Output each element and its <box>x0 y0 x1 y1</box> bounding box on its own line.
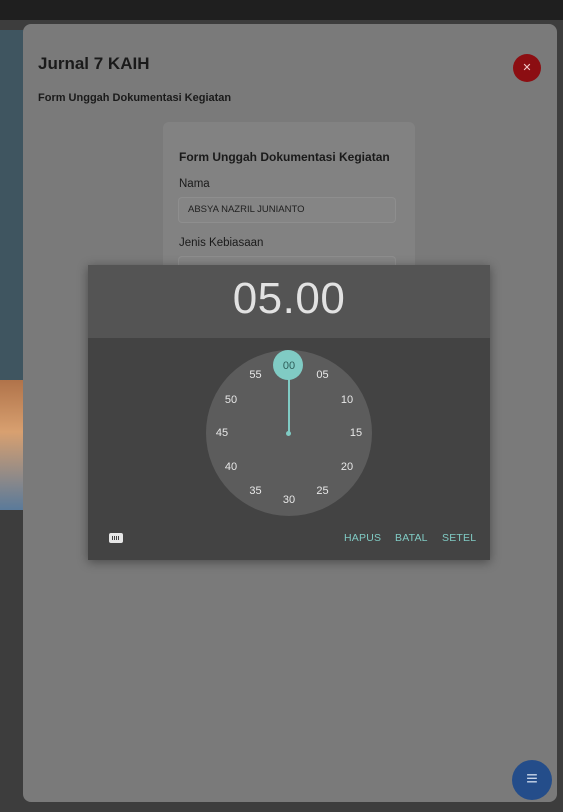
clock-minute-40[interactable]: 40 <box>225 461 237 473</box>
clock-minute-00[interactable]: 00 <box>283 360 295 372</box>
clock-minute-25[interactable]: 25 <box>316 485 328 497</box>
close-icon: ✕ <box>522 62 532 74</box>
clock-minute-50[interactable]: 50 <box>225 394 237 406</box>
clock-minute-15[interactable]: 15 <box>350 427 362 439</box>
time-picker-header: 05.00 <box>88 265 490 338</box>
clock-face[interactable]: 00 05 10 15 20 25 30 35 40 45 50 55 <box>206 350 372 516</box>
clear-button[interactable]: HAPUS <box>344 532 381 544</box>
form-heading: Form Unggah Dokumentasi Kegiatan <box>179 150 390 164</box>
name-field[interactable]: ABSYA NAZRIL JUNIANTO <box>178 197 396 223</box>
name-label: Nama <box>179 178 210 190</box>
clock-minute-35[interactable]: 35 <box>249 485 261 497</box>
clock-minute-10[interactable]: 10 <box>341 394 353 406</box>
menu-icon: ≡ <box>526 768 538 790</box>
modal-subtitle: Form Unggah Dokumentasi Kegiatan <box>38 92 232 104</box>
clock-center <box>286 431 291 436</box>
top-bar <box>0 0 563 20</box>
set-button[interactable]: SETEL <box>442 532 476 544</box>
clock-minute-30[interactable]: 30 <box>283 494 295 506</box>
modal-title: Jurnal 7 KAIH <box>38 54 150 73</box>
clock-minute-20[interactable]: 20 <box>341 461 353 473</box>
clock-minute-05[interactable]: 05 <box>316 369 328 381</box>
menu-button[interactable]: ≡ <box>512 760 552 800</box>
clock-minute-55[interactable]: 55 <box>249 369 261 381</box>
cancel-button[interactable]: BATAL <box>395 532 428 544</box>
time-display[interactable]: 05.00 <box>88 274 490 324</box>
habit-label: Jenis Kebiasaan <box>179 237 264 249</box>
time-picker-dialog: 05.00 00 05 10 15 20 25 30 35 40 45 50 55 HAPUS BAT… <box>88 265 490 560</box>
close-button[interactable]: ✕ <box>513 54 541 82</box>
keyboard-icon[interactable] <box>109 533 123 543</box>
clock-minute-45[interactable]: 45 <box>216 427 228 439</box>
